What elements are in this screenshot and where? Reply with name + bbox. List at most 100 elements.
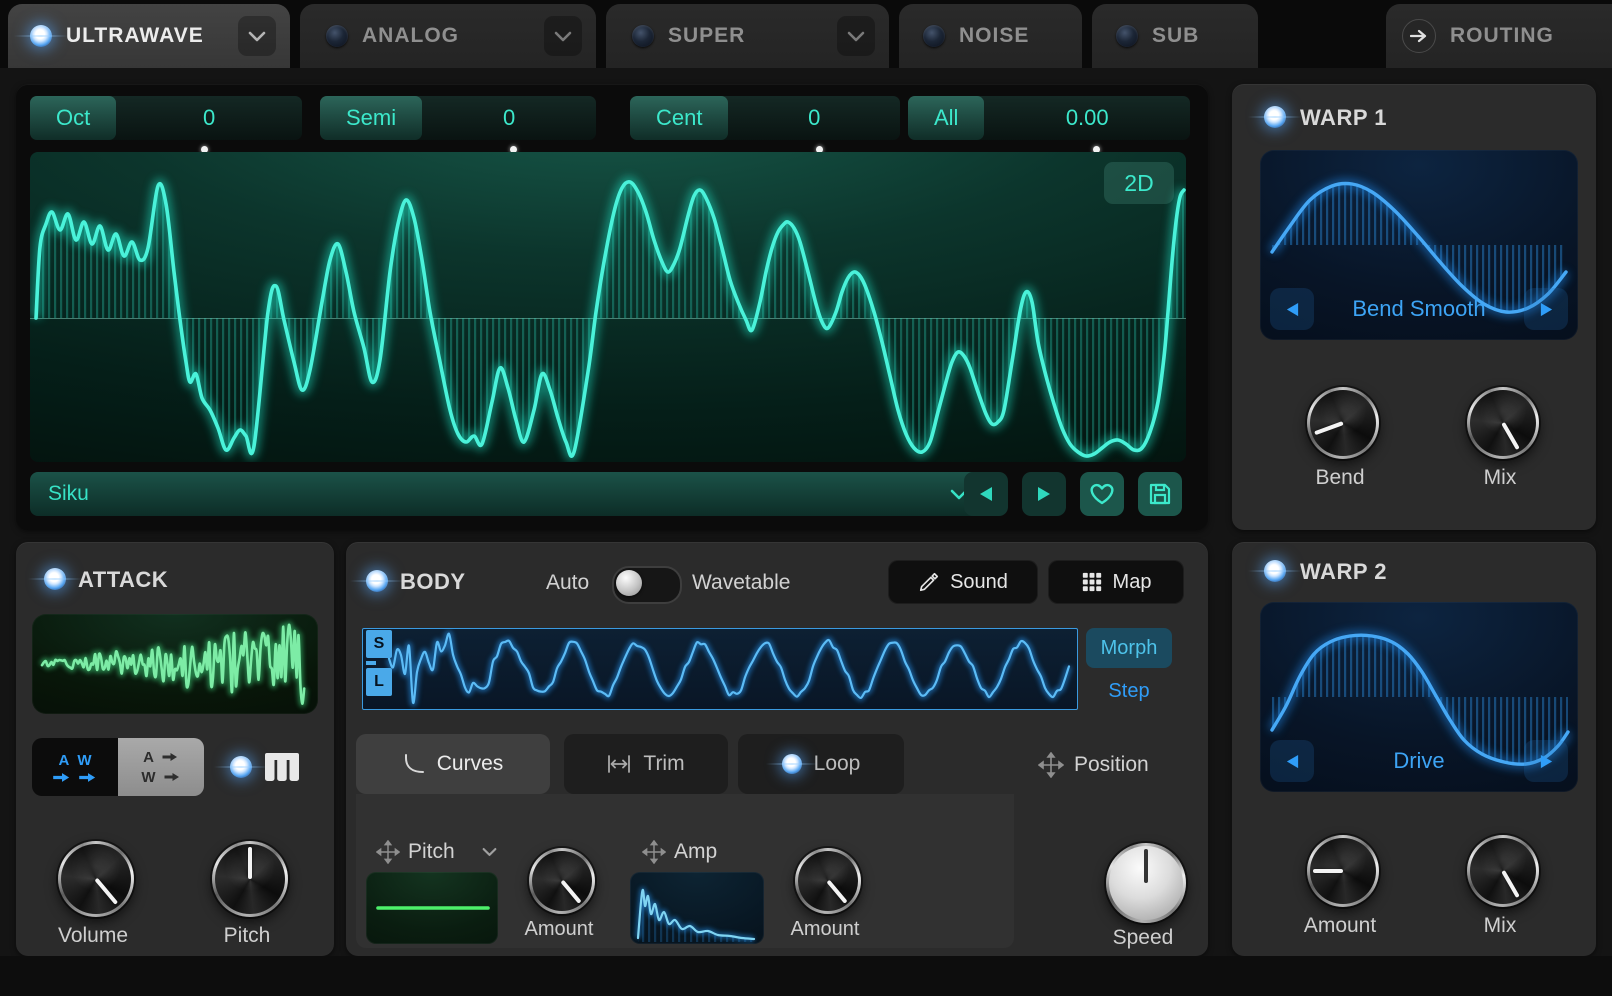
tune-oct-value[interactable]: 0 <box>116 96 302 140</box>
attack-pitch-knob[interactable] <box>212 841 288 917</box>
warp2-mix-label: Mix <box>1483 914 1517 937</box>
tune-semi-value[interactable]: 0 <box>422 96 596 140</box>
tab-routing[interactable]: ROUTING <box>1386 4 1612 68</box>
toggle-ball <box>616 570 642 596</box>
morph-button[interactable]: Morph <box>1086 628 1172 668</box>
attack-route-parallel-button[interactable]: A W <box>32 738 118 796</box>
wavetable-mode-label: Wavetable <box>692 571 791 594</box>
curve-pitch-label[interactable]: Pitch <box>408 840 455 864</box>
warp2-mode[interactable]: Drive <box>1260 748 1578 774</box>
move-icon[interactable] <box>642 840 666 864</box>
amp-curve-display[interactable] <box>630 872 764 944</box>
warp1-bend-knob[interactable] <box>1307 387 1379 459</box>
pitch-amount-knob[interactable] <box>529 848 595 914</box>
sample-divider <box>366 661 376 665</box>
warp2-amount-knob[interactable] <box>1307 835 1379 907</box>
attack-waveform-display <box>32 614 318 714</box>
main-waveform <box>30 176 1186 462</box>
warp1-bend-label: Bend <box>1315 466 1365 489</box>
auto-wavetable-toggle[interactable] <box>612 566 682 604</box>
tune-cent-value[interactable]: 0 <box>728 96 900 140</box>
position-label[interactable]: Position <box>1074 753 1149 777</box>
attack-volume-knob[interactable] <box>58 841 134 917</box>
window-bottom-strip <box>0 956 1612 996</box>
chevron-down-icon[interactable] <box>837 16 875 56</box>
body-wavetable-strip[interactable] <box>362 628 1078 710</box>
warp2-led[interactable] <box>1248 560 1302 582</box>
tune-all-control[interactable]: All 0.00 <box>908 96 1190 153</box>
attack-keytrack-led[interactable] <box>214 756 268 778</box>
tab-super[interactable]: SUPER <box>606 4 889 68</box>
warp1-title: WARP 1 <box>1300 105 1387 130</box>
tab-noise-label: NOISE <box>959 24 1030 47</box>
prev-wavetable-button[interactable] <box>964 472 1008 516</box>
amp-amount-knob[interactable] <box>795 848 861 914</box>
warp1-mix-label: Mix <box>1483 466 1517 489</box>
save-icon <box>1149 483 1171 505</box>
move-icon[interactable] <box>1038 752 1064 778</box>
body-led[interactable] <box>350 570 404 592</box>
curve-amp-label[interactable]: Amp <box>674 840 717 864</box>
tab-analog[interactable]: ANALOG <box>300 4 596 68</box>
sample-start-button[interactable]: S <box>366 630 392 658</box>
favorite-button[interactable] <box>1080 472 1124 516</box>
tab-sub-led[interactable] <box>1116 25 1138 47</box>
chevron-down-icon[interactable] <box>482 847 497 857</box>
chevron-down-icon[interactable] <box>238 16 276 56</box>
position-speed-knob[interactable] <box>1106 843 1186 923</box>
chevron-down-icon[interactable] <box>544 16 582 56</box>
route-w-label: W <box>77 751 92 769</box>
warp2-mix-knob[interactable] <box>1467 835 1539 907</box>
tune-oct-control[interactable]: Oct 0 <box>30 96 302 153</box>
speed-label: Speed <box>1112 926 1174 949</box>
step-button[interactable]: Step <box>1086 674 1172 708</box>
tab-ultrawave-label: ULTRAWAVE <box>66 24 204 47</box>
body-waveform <box>385 630 1073 707</box>
view-2d-button[interactable]: 2D <box>1104 162 1174 204</box>
tune-oct-label: Oct <box>30 96 117 140</box>
amp-curve <box>635 886 756 942</box>
warp1-led[interactable] <box>1248 106 1302 128</box>
amp-amount-label: Amount <box>790 918 860 940</box>
tab-analog-led[interactable] <box>326 25 348 47</box>
piano-keys-icon[interactable] <box>264 752 300 782</box>
warp1-mix-knob[interactable] <box>1467 387 1539 459</box>
tab-super-led[interactable] <box>632 25 654 47</box>
tune-all-value[interactable]: 0.00 <box>984 96 1190 140</box>
tab-curves[interactable]: Curves <box>356 734 550 794</box>
attack-led[interactable] <box>28 568 82 590</box>
tab-sub[interactable]: SUB <box>1092 4 1258 68</box>
warp1-display[interactable]: Bend Smooth <box>1260 150 1578 340</box>
save-button[interactable] <box>1138 472 1182 516</box>
attack-waveform <box>39 621 308 708</box>
warp2-display[interactable]: Drive <box>1260 602 1578 792</box>
route-a-label: A <box>143 748 154 766</box>
attack-pitch-label: Pitch <box>223 924 271 947</box>
map-button[interactable]: Map <box>1048 560 1184 604</box>
next-wavetable-button[interactable] <box>1022 472 1066 516</box>
arrow-right-icon <box>53 772 70 782</box>
next-triangle-icon <box>1038 487 1050 501</box>
prev-triangle-icon <box>980 487 992 501</box>
loop-led[interactable] <box>765 754 818 774</box>
warp1-mode[interactable]: Bend Smooth <box>1260 296 1578 322</box>
attack-route-serial-button[interactable]: A W <box>118 738 204 796</box>
move-icon[interactable] <box>376 840 400 864</box>
warp2-amount-label: Amount <box>1303 914 1377 937</box>
pitch-curve-display[interactable] <box>366 872 498 944</box>
tab-loop[interactable]: Loop <box>738 734 904 794</box>
tab-ultrawave[interactable]: ULTRAWAVE <box>8 4 290 68</box>
tune-semi-control[interactable]: Semi 0 <box>320 96 596 153</box>
tab-noise[interactable]: NOISE <box>899 4 1082 68</box>
route-a-label: A <box>58 751 70 769</box>
tab-noise-led[interactable] <box>923 25 945 47</box>
tune-cent-control[interactable]: Cent 0 <box>630 96 900 153</box>
main-waveform-display[interactable]: 2D <box>30 152 1186 462</box>
arrow-right-icon <box>79 772 96 782</box>
sound-button[interactable]: Sound <box>888 560 1038 604</box>
sample-loop-button[interactable]: L <box>366 668 392 696</box>
tab-trim[interactable]: Trim <box>564 734 728 794</box>
wavetable-name: Siku <box>48 482 89 505</box>
tab-ultrawave-led[interactable] <box>14 25 68 47</box>
wavetable-select[interactable]: Siku <box>30 472 984 516</box>
